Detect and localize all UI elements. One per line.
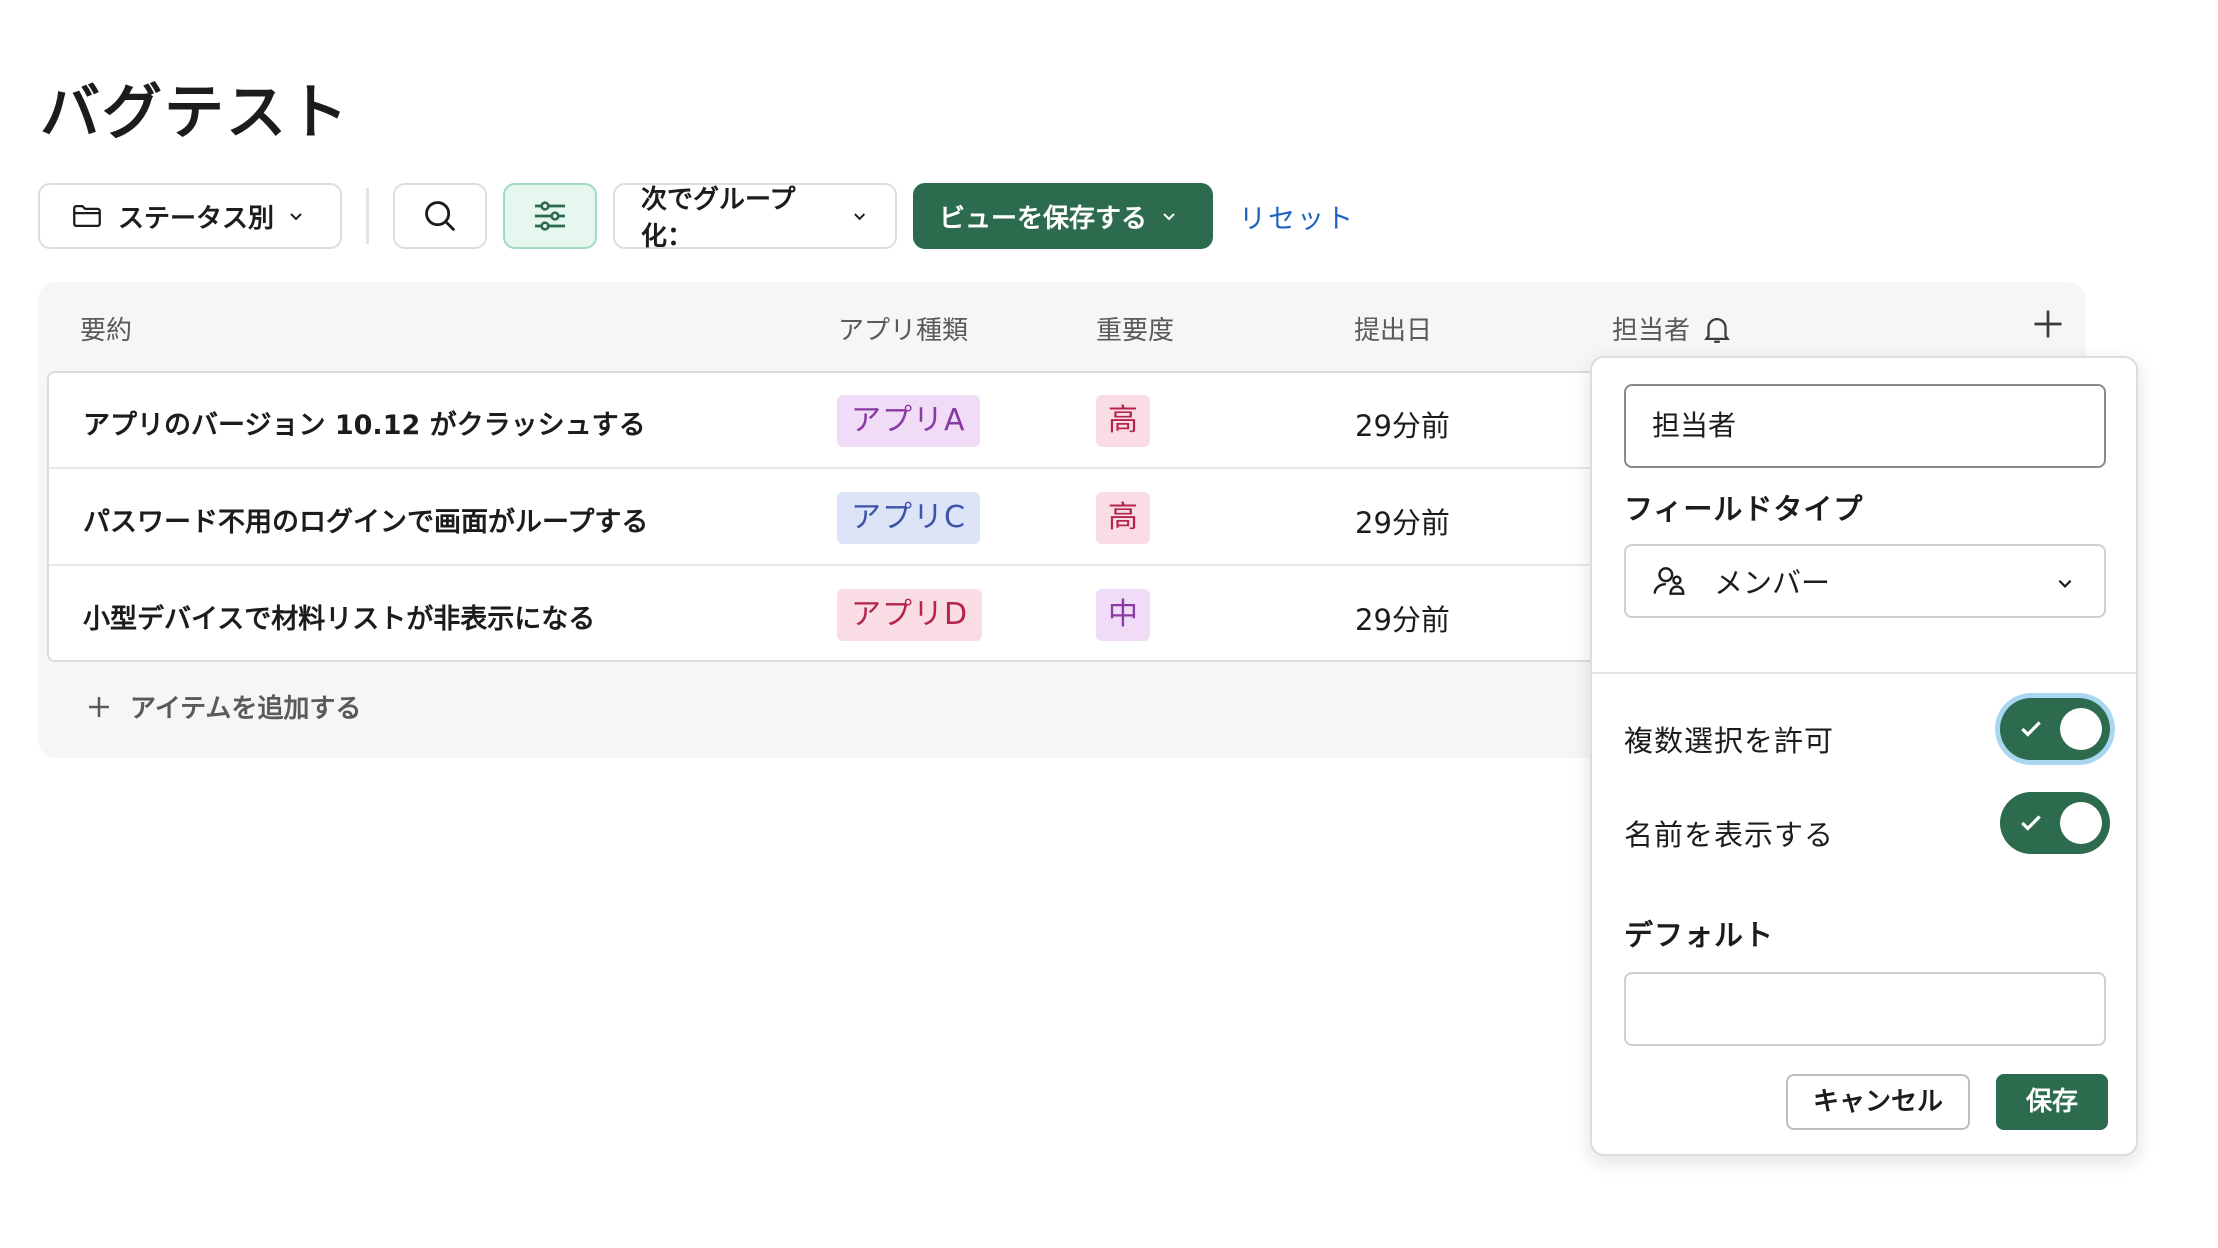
bell-icon <box>1704 317 1730 343</box>
priority-tag: 中 <box>1096 589 1150 641</box>
add-item-label: アイテムを追加する <box>130 694 362 724</box>
row-summary: アプリのバージョン 10.12 がクラッシュする <box>83 410 646 441</box>
chevron-down-icon <box>290 213 302 221</box>
column-header-assignee-label: 担当者 <box>1612 316 1691 346</box>
panel-divider <box>1592 672 2136 674</box>
field-type-select[interactable]: メンバー <box>1624 544 2106 618</box>
status-view-button[interactable]: ステータス別 <box>38 183 342 249</box>
column-header-summary[interactable]: 要約 <box>80 310 132 347</box>
priority-tag: 高 <box>1096 492 1150 544</box>
table-row[interactable]: 小型デバイスで材料リストが非表示になる アプリD 中 29分前 <box>49 567 1645 660</box>
group-by-button[interactable]: 次でグループ化： <box>613 183 897 252</box>
default-input[interactable] <box>1624 972 2106 1046</box>
table-body: アプリのバージョン 10.12 がクラッシュする アプリA 高 29分前 パスワ… <box>47 371 1647 662</box>
field-name-input[interactable]: 担当者 <box>1624 384 2106 468</box>
field-settings-panel: 担当者 フィールドタイプ メンバー 複数選択を許可 名前を表示する デフォルト … <box>1590 356 2138 1156</box>
column-header-assignee[interactable]: 担当者 <box>1612 310 1734 347</box>
save-view-button[interactable]: ビューを保存する <box>913 183 1213 249</box>
chevron-down-icon <box>2058 579 2072 588</box>
submitted-date: 29分前 <box>1355 603 1450 637</box>
table-row[interactable]: パスワード不用のログインで画面がループする アプリC 高 29分前 <box>49 470 1645 566</box>
member-icon <box>1653 567 1685 595</box>
save-button[interactable]: 保存 <box>1996 1074 2108 1130</box>
allow-multiple-toggle[interactable] <box>2000 698 2110 760</box>
row-summary: 小型デバイスで材料リストが非表示になる <box>83 604 596 635</box>
field-type-label: フィールドタイプ <box>1624 492 1864 526</box>
toggle-knob <box>2060 708 2102 750</box>
reset-link[interactable]: リセット <box>1239 197 1355 236</box>
folder-icon <box>73 204 101 228</box>
plus-icon <box>89 696 109 717</box>
allow-multiple-label: 複数選択を許可 <box>1624 724 1835 758</box>
check-icon <box>2021 721 2041 737</box>
app-type-tag: アプリD <box>837 589 983 641</box>
page-title: バグテスト <box>40 78 350 148</box>
chevron-down-icon <box>1163 213 1175 221</box>
status-view-label: ステータス別 <box>118 203 275 234</box>
add-item-button[interactable]: アイテムを追加する <box>84 688 361 725</box>
group-by-label: 次でグループ化： <box>641 185 796 252</box>
row-summary: パスワード不用のログインで画面がループする <box>83 507 649 538</box>
app-type-tag: アプリA <box>837 395 980 447</box>
chevron-down-icon <box>853 213 865 221</box>
check-icon <box>2021 815 2041 831</box>
priority-tag: 高 <box>1096 395 1150 447</box>
add-column-icon[interactable] <box>2030 306 2066 342</box>
search-button[interactable] <box>393 183 487 249</box>
save-view-label: ビューを保存する <box>939 203 1148 234</box>
submitted-date: 29分前 <box>1355 409 1450 443</box>
search-icon <box>425 201 456 232</box>
show-names-label: 名前を表示する <box>1624 818 1835 852</box>
toolbar-divider <box>366 188 369 244</box>
filter-button[interactable] <box>503 183 597 249</box>
sliders-icon <box>535 201 565 231</box>
app-type-tag: アプリC <box>837 492 980 544</box>
default-label: デフォルト <box>1624 918 1775 952</box>
table-row[interactable]: アプリのバージョン 10.12 がクラッシュする アプリA 高 29分前 <box>49 373 1645 469</box>
column-header-priority[interactable]: 重要度 <box>1096 310 1174 347</box>
toolbar: ステータス別 次でグループ化： ビューを保存する リセット <box>38 183 1355 252</box>
field-type-value: メンバー <box>1714 566 1831 600</box>
submitted-date: 29分前 <box>1355 506 1450 540</box>
show-names-toggle[interactable] <box>2000 792 2110 854</box>
cancel-button[interactable]: キャンセル <box>1786 1074 1970 1130</box>
toggle-knob <box>2060 802 2102 844</box>
column-header-app-type[interactable]: アプリ種類 <box>838 310 968 347</box>
column-header-submitted[interactable]: 提出日 <box>1354 310 1432 347</box>
